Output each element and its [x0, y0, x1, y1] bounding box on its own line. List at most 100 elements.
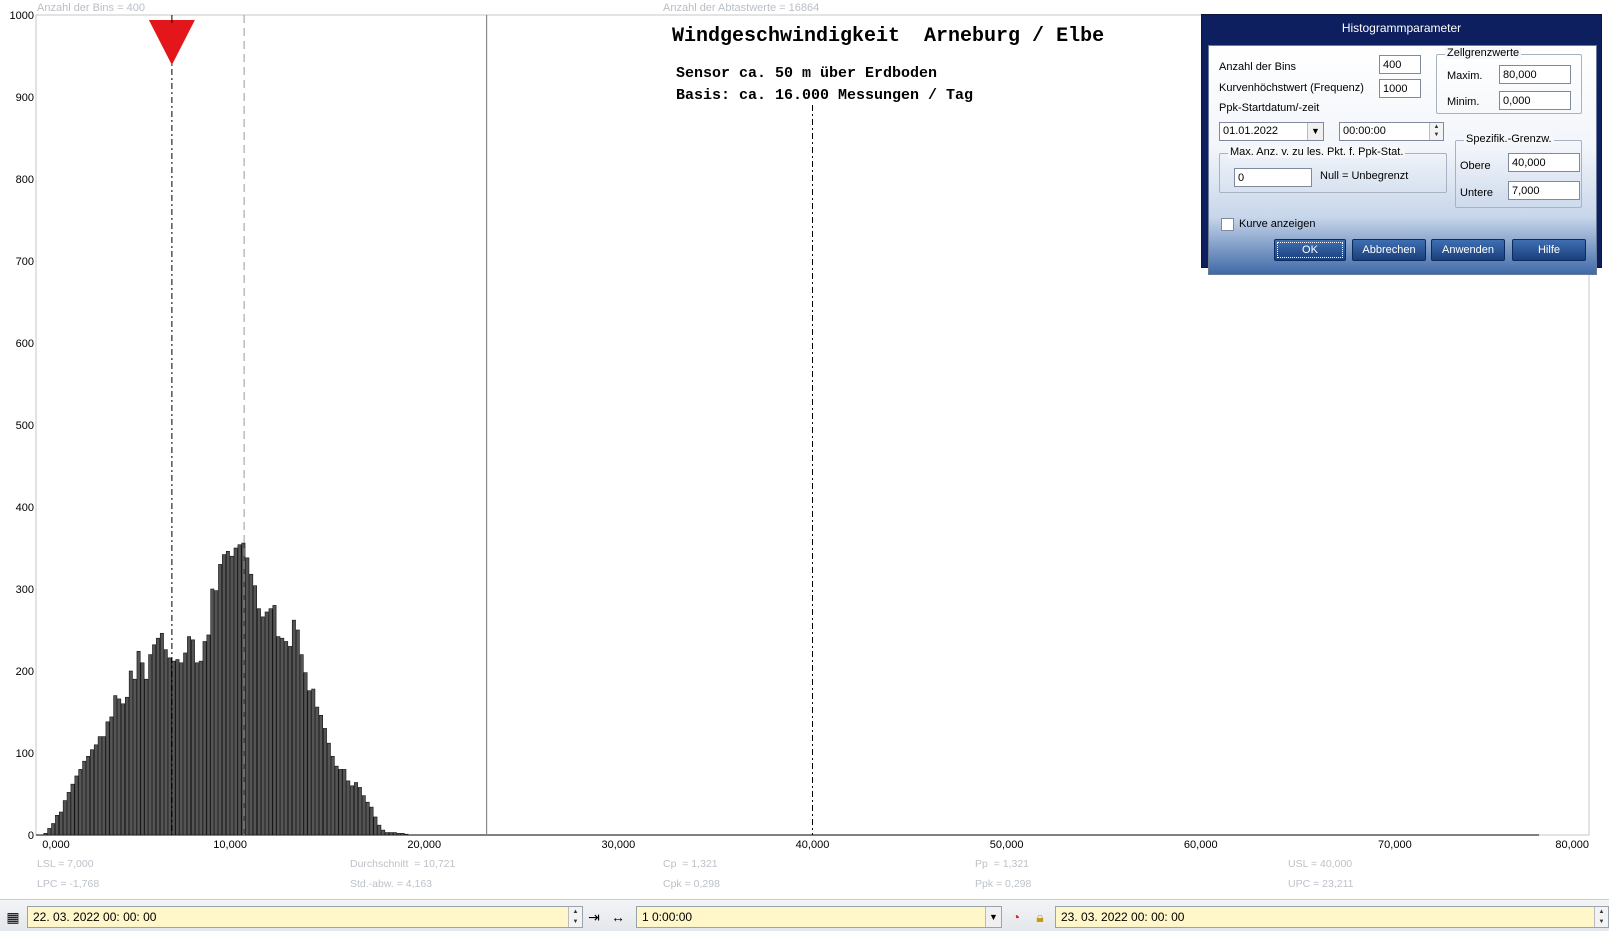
histogram-bar [136, 651, 141, 836]
histogram-bar [381, 829, 386, 836]
stat-lpc: LPC = -1,768 [37, 878, 100, 890]
histogram-bar [365, 801, 370, 836]
apply-button[interactable]: Anwenden [1431, 239, 1505, 261]
histogram-bar [128, 670, 133, 836]
y-tick-label: 300 [16, 584, 34, 596]
stat-pp: Pp = 1,321 [975, 858, 1030, 870]
histogram-bar [257, 608, 261, 836]
histogram-bar [117, 698, 122, 836]
time-spinner[interactable]: ▲ ▼ [1429, 123, 1443, 140]
max-points-group: Max. Anz. v. zu les. Pkt. f. Ppk-Stat. N… [1219, 146, 1447, 193]
histogram-bar [93, 744, 98, 836]
histogram-app: Anzahl der Bins = 400 Anzahl der Abtastw… [0, 0, 1609, 931]
y-tick-label: 600 [16, 338, 34, 350]
histogram-bar [163, 649, 168, 836]
interval-select[interactable]: 1 0:00:00 ▼ [636, 906, 1002, 928]
x-tick-label: 0,000 [42, 839, 70, 851]
y-tick-label: 700 [16, 256, 34, 268]
stat-ppk: Ppk = 0,298 [975, 878, 1032, 890]
curve-max-input[interactable] [1379, 79, 1421, 98]
histogram-bar [268, 608, 273, 836]
histogram-bar [51, 823, 56, 836]
histogram-bar [55, 815, 59, 836]
histogram-bar [400, 833, 405, 836]
histogram-bar [373, 816, 378, 836]
x-tick-label: 30,000 [602, 839, 636, 851]
bins-input[interactable] [1379, 55, 1421, 74]
histogram-bar [334, 765, 339, 836]
show-curve-checkbox[interactable] [1221, 218, 1234, 231]
histogram-bar [78, 769, 83, 836]
expand-arrows-icon[interactable]: ↔ [608, 907, 628, 927]
calendar-icon[interactable]: ▦ [3, 907, 23, 927]
max-input[interactable] [1499, 65, 1571, 84]
histogram-bar [303, 672, 308, 836]
y-tick-label: 800 [16, 174, 34, 186]
end-datetime-field[interactable]: 23. 03. 2022 00: 00: 00 ▲ ▼ [1055, 906, 1609, 928]
upper-label: Obere [1460, 160, 1491, 172]
chevron-down-icon[interactable]: ▼ [985, 907, 1001, 927]
y-tick-label: 900 [16, 92, 34, 104]
clock-icon[interactable]: ◔ [1006, 907, 1026, 927]
chart-title: Windgeschwindigkeit Arneburg / Elbe [672, 25, 1105, 48]
dialog-title: Histogrammparameter [1341, 21, 1462, 35]
x-tick-label: 20,000 [407, 839, 441, 851]
histogram-bar [140, 662, 145, 836]
collapse-arrows-icon[interactable]: ⇥ [584, 907, 604, 927]
histogram-bar [86, 755, 91, 836]
lock-icon[interactable]: 🔒︎ [1030, 907, 1050, 927]
end-spinner[interactable]: ▲ ▼ [1594, 907, 1608, 927]
spec-limits-title: Spezifik.-Grenzw. [1464, 133, 1554, 145]
histogram-bar [326, 742, 331, 836]
histogram-bar [377, 824, 382, 836]
histogram-bar [245, 557, 250, 836]
histogram-bar [47, 828, 52, 836]
histogram-bar [124, 696, 129, 836]
histogram-bar [206, 634, 211, 836]
start-spinner[interactable]: ▲ ▼ [568, 907, 582, 927]
ok-button[interactable]: OK [1274, 239, 1346, 261]
y-tick-label: 100 [16, 748, 34, 760]
help-button[interactable]: Hilfe [1512, 239, 1586, 261]
y-tick-label: 400 [16, 502, 34, 514]
histogram-bar [253, 585, 258, 836]
histogram-bar [159, 632, 164, 836]
histogram-bar [225, 550, 230, 836]
stat-cp: Cp = 1,321 [663, 858, 718, 870]
histogram-bar [280, 637, 285, 836]
histogram-bar [187, 636, 191, 836]
histogram-bar [202, 641, 207, 836]
histogram-parameters-dialog: Histogrammparameter Anzahl der Bins Kurv… [1201, 14, 1602, 275]
histogram-bar [237, 544, 242, 836]
start-datetime-value: 22. 03. 2022 00: 00: 00 [33, 910, 157, 924]
start-datetime-field[interactable]: 22. 03. 2022 00: 00: 00 ▲ ▼ [27, 906, 583, 928]
histogram-bar [389, 832, 393, 836]
curve-max-label: Kurvenhöchstwert (Frequenz) [1219, 82, 1364, 94]
histogram-bar [323, 728, 327, 836]
min-label: Minim. [1447, 96, 1480, 108]
min-input[interactable] [1499, 91, 1571, 110]
histogram-bar [58, 811, 63, 836]
ppk-time-input[interactable]: 00:00:00 ▲ ▼ [1339, 122, 1444, 141]
cancel-button[interactable]: Abbrechen [1352, 239, 1426, 261]
upper-input[interactable] [1508, 153, 1580, 172]
histogram-bar [191, 639, 195, 836]
y-tick-label: 0 [28, 830, 34, 842]
chevron-down-icon[interactable]: ▼ [1307, 123, 1323, 140]
histogram-bar [299, 654, 304, 836]
x-tick-label: 80,000 [1555, 839, 1589, 851]
histogram-bar [144, 678, 149, 836]
y-tick-label: 200 [16, 666, 34, 678]
histogram-bar [90, 749, 94, 836]
stat-mean: Durchschnitt = 10,721 [350, 858, 456, 870]
stat-upc: UPC = 23,211 [1288, 878, 1354, 890]
max-points-input[interactable] [1234, 168, 1312, 187]
histogram-bar [82, 760, 87, 836]
max-label: Maxim. [1447, 70, 1483, 82]
ppk-date-select[interactable]: 01.01.2022 ▼ [1219, 122, 1324, 141]
histogram-bar [198, 660, 203, 836]
histogram-bar [74, 775, 79, 836]
null-hint: Null = Unbegrenzt [1320, 170, 1409, 182]
histogram-bar [222, 554, 226, 836]
lower-input[interactable] [1508, 181, 1580, 200]
